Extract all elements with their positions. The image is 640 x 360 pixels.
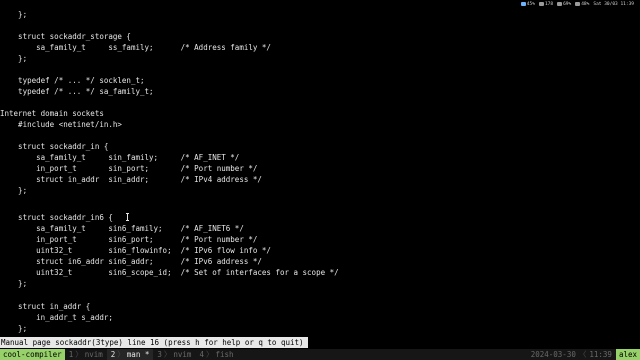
man-line: struct sockaddr_in { <box>0 142 109 151</box>
tmux-window-4[interactable]: 4 〉 fish <box>195 349 237 360</box>
tmux-window-index: 2 <box>110 350 116 359</box>
tmux-window-3[interactable]: 3 〉 nvim <box>153 349 195 360</box>
tmux-window-separator: 〉 <box>117 350 125 359</box>
tray-battery[interactable]: 48% <box>575 2 589 7</box>
man-line: typedef /* ... */ socklen_t; <box>0 76 145 85</box>
tray-clock[interactable]: Sat 30/03 11:39 <box>593 2 634 7</box>
tmux-session-name[interactable]: cool-compiler <box>0 349 65 360</box>
tray-memory[interactable]: 178 <box>538 1 554 7</box>
man-line: }; <box>0 10 28 19</box>
tmux-window-separator: 〉 <box>205 350 214 359</box>
tmux-window-separator: 〉 <box>75 350 83 359</box>
man-line: struct in_addr sin_addr; /* IPv4 address… <box>0 175 262 184</box>
man-line: sa_family_t ss_family; /* Address family… <box>0 43 271 52</box>
mouse-cursor-icon <box>126 213 129 221</box>
man-page-content[interactable]: }; struct sockaddr_storage { sa_family_t… <box>0 9 640 335</box>
tmux-date: 2024-03-30 <box>530 350 576 359</box>
tmux-window-separator: 〉 <box>163 350 172 359</box>
tray-clock-value: Sat 30/03 11:39 <box>593 1 634 7</box>
man-section-heading: Internet domain sockets <box>0 109 104 118</box>
man-line: in_addr_t s_addr; <box>0 313 113 322</box>
memory-icon <box>538 2 544 6</box>
man-line: #include <netinet/in.h> <box>0 120 122 129</box>
system-tray: 45% 178 69% 48% Sat 30/03 11:39 <box>0 0 640 8</box>
tmux-window-index: 4 <box>199 350 204 359</box>
tmux-datetime-separator: 〈 <box>578 350 587 359</box>
man-line: }; <box>0 279 28 288</box>
man-line: struct in6_addr sin6_addr; /* IPv6 addre… <box>0 257 262 266</box>
tmux-window-index: 1 <box>68 350 74 359</box>
tmux-datetime: 2024-03-30 〈 11:39 <box>527 349 616 360</box>
tray-cpu[interactable]: 45% <box>520 1 535 7</box>
tmux-window-name: fish <box>215 350 234 359</box>
tmux-window-2[interactable]: 2 〉 man * <box>106 349 154 360</box>
man-line: typedef /* ... */ sa_family_t; <box>0 87 154 96</box>
pager-status-line: Manual page sockaddr(3type) line 16 (pre… <box>0 337 308 348</box>
tmux-window-name: nvim <box>173 350 192 359</box>
tray-battery-value: 48% <box>581 1 590 7</box>
man-line: }; <box>0 186 28 195</box>
tmux-time: 11:39 <box>589 350 612 359</box>
man-line: in_port_t sin6_port; /* Port number */ <box>0 235 258 244</box>
cpu-icon <box>520 2 526 6</box>
man-line: struct in_addr { <box>0 302 91 311</box>
tray-disk[interactable]: 69% <box>557 2 571 7</box>
man-line: struct sockaddr_storage { <box>0 32 131 41</box>
tray-memory-value: 178 <box>544 1 554 7</box>
man-line: }; <box>0 54 28 63</box>
battery-icon <box>575 2 581 6</box>
tray-cpu-value: 45% <box>526 1 535 7</box>
disk-icon <box>557 2 563 6</box>
tmux-window-name: man * <box>126 350 150 359</box>
man-line: sa_family_t sin6_family; /* AF_INET6 */ <box>0 224 244 233</box>
man-line: uint32_t sin6_flowinfo; /* IPv6 flow inf… <box>0 246 271 255</box>
man-line: in_port_t sin_port; /* Port number */ <box>0 164 258 173</box>
man-line: sa_family_t sin_family; /* AF_INET */ <box>0 153 240 162</box>
tmux-window-1[interactable]: 1 〉 nvim <box>65 349 107 360</box>
tmux-status-bar: cool-compiler 1 〉 nvim 2 〉 man * 3 〉 nvi… <box>0 349 640 360</box>
tmux-window-name: nvim <box>84 350 103 359</box>
tray-disk-value: 69% <box>563 1 572 7</box>
man-line: uint32_t sin6_scope_id; /* Set of interf… <box>0 268 339 277</box>
man-line: struct sockaddr_in6 { <box>0 213 113 222</box>
tmux-user: alex <box>615 349 640 360</box>
tmux-window-index: 3 <box>157 350 162 359</box>
man-line: }; <box>0 324 28 333</box>
